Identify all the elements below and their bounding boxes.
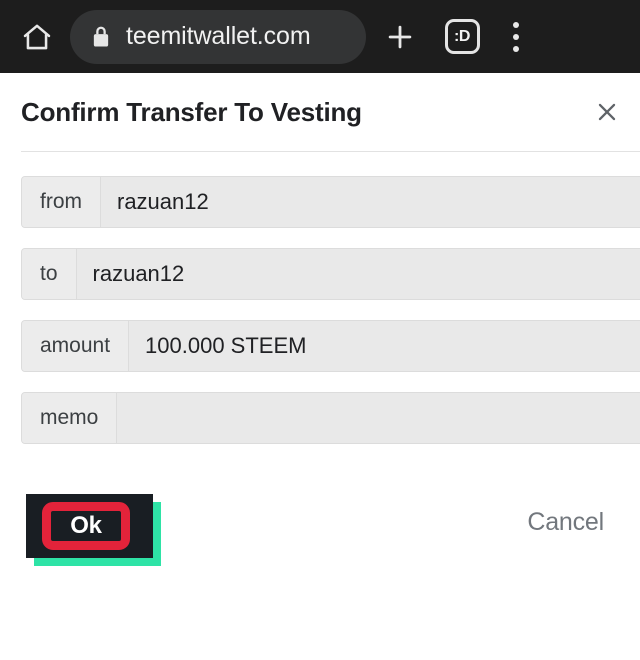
confirm-button-label: Ok [70, 512, 102, 539]
overflow-menu-dots [513, 19, 519, 55]
confirm-button[interactable]: Ok [26, 494, 161, 566]
address-bar[interactable]: teemitwallet.com [70, 9, 366, 64]
field-row-to: to razuan12 [21, 248, 640, 300]
field-label-from: from [22, 177, 101, 227]
lock-icon [90, 24, 112, 50]
transfer-form: from razuan12 to razuan12 amount 100.000… [0, 152, 640, 444]
close-icon[interactable] [584, 89, 630, 135]
page-title: Confirm Transfer To Vesting [21, 96, 362, 127]
field-label-to: to [22, 249, 77, 299]
field-row-from: from razuan12 [21, 176, 640, 228]
field-value-memo[interactable] [117, 393, 640, 443]
page-content: Confirm Transfer To Vesting from razuan1… [0, 73, 640, 660]
field-value-amount[interactable]: 100.000 STEEM [129, 321, 640, 371]
dialog-footer: Ok Cancel [0, 470, 640, 580]
url-text: teemitwallet.com [126, 22, 311, 50]
field-row-memo: memo [21, 392, 640, 444]
tab-count-button[interactable]: :D [430, 10, 494, 64]
field-value-to[interactable]: razuan12 [76, 249, 640, 299]
field-label-amount: amount [22, 321, 130, 371]
tab-count-label: :D [454, 27, 470, 45]
overflow-menu-icon[interactable] [494, 10, 538, 64]
menu-dot [513, 45, 519, 52]
tab-count-box: :D [444, 19, 480, 54]
field-value-from[interactable]: razuan12 [101, 177, 640, 227]
plus-icon[interactable] [370, 10, 430, 64]
menu-dot [513, 21, 519, 28]
browser-toolbar: teemitwallet.com :D [0, 0, 640, 73]
field-label-memo: memo [22, 393, 118, 443]
field-row-amount: amount 100.000 STEEM [21, 320, 640, 372]
dialog-header: Confirm Transfer To Vesting [0, 73, 640, 151]
home-icon[interactable] [10, 10, 64, 64]
menu-dot [513, 33, 519, 40]
cancel-button[interactable]: Cancel [527, 508, 604, 537]
